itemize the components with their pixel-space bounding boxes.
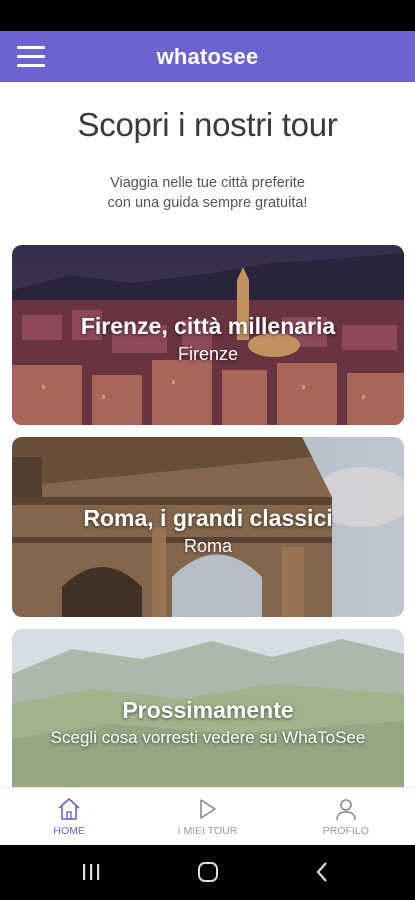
system-nav-bar bbox=[0, 845, 415, 900]
tour-city: Firenze bbox=[177, 344, 239, 364]
nav-item-home[interactable]: HOME bbox=[0, 788, 138, 845]
user-icon bbox=[336, 799, 356, 821]
tour-card-roma[interactable]: Roma, i grandi classici Roma bbox=[12, 437, 404, 617]
nav-label: I MIEI TOUR bbox=[177, 825, 238, 837]
tour-city: Roma bbox=[183, 536, 232, 556]
app-bar: whatosee bbox=[0, 31, 415, 82]
tour-card-firenze[interactable]: Firenze, città millenaria Firenze bbox=[12, 245, 404, 425]
tour-title: Roma, i grandi classici bbox=[83, 505, 333, 531]
subtitle-line-1: Viaggia nelle tue città preferite bbox=[110, 175, 305, 191]
hamburger-menu-icon[interactable] bbox=[17, 46, 45, 68]
subtitle-line-2: con una guida sempre gratuita! bbox=[107, 195, 308, 211]
page-subtitle: Viaggia nelle tue città preferite con un… bbox=[70, 173, 345, 213]
bottom-nav: HOME I MIEI TOUR PROFILO bbox=[0, 787, 415, 845]
tour-city: Scegli cosa vorresti vedere su WhaToSee bbox=[50, 728, 366, 747]
back-icon[interactable] bbox=[310, 859, 336, 885]
home-circle-icon[interactable] bbox=[195, 859, 221, 885]
tour-card-coming-soon[interactable]: Prossimamente Scegli cosa vorresti veder… bbox=[12, 629, 404, 789]
app-screen: whatosee Scopri i nostri tour Viaggia ne… bbox=[0, 0, 415, 900]
nav-label: PROFILO bbox=[322, 825, 369, 837]
nav-label: HOME bbox=[53, 825, 85, 837]
tour-title: Firenze, città millenaria bbox=[80, 313, 336, 339]
play-icon bbox=[200, 799, 217, 819]
app-title: whatosee bbox=[156, 43, 259, 69]
nav-item-profile[interactable]: PROFILO bbox=[277, 788, 415, 845]
page-title: Scopri i nostri tour bbox=[77, 106, 338, 143]
nav-item-my-tours[interactable]: I MIEI TOUR bbox=[138, 788, 276, 845]
tour-title: Prossimamente bbox=[122, 697, 294, 723]
recent-apps-icon[interactable] bbox=[78, 859, 104, 885]
home-icon bbox=[58, 797, 80, 820]
status-bar bbox=[0, 0, 415, 31]
